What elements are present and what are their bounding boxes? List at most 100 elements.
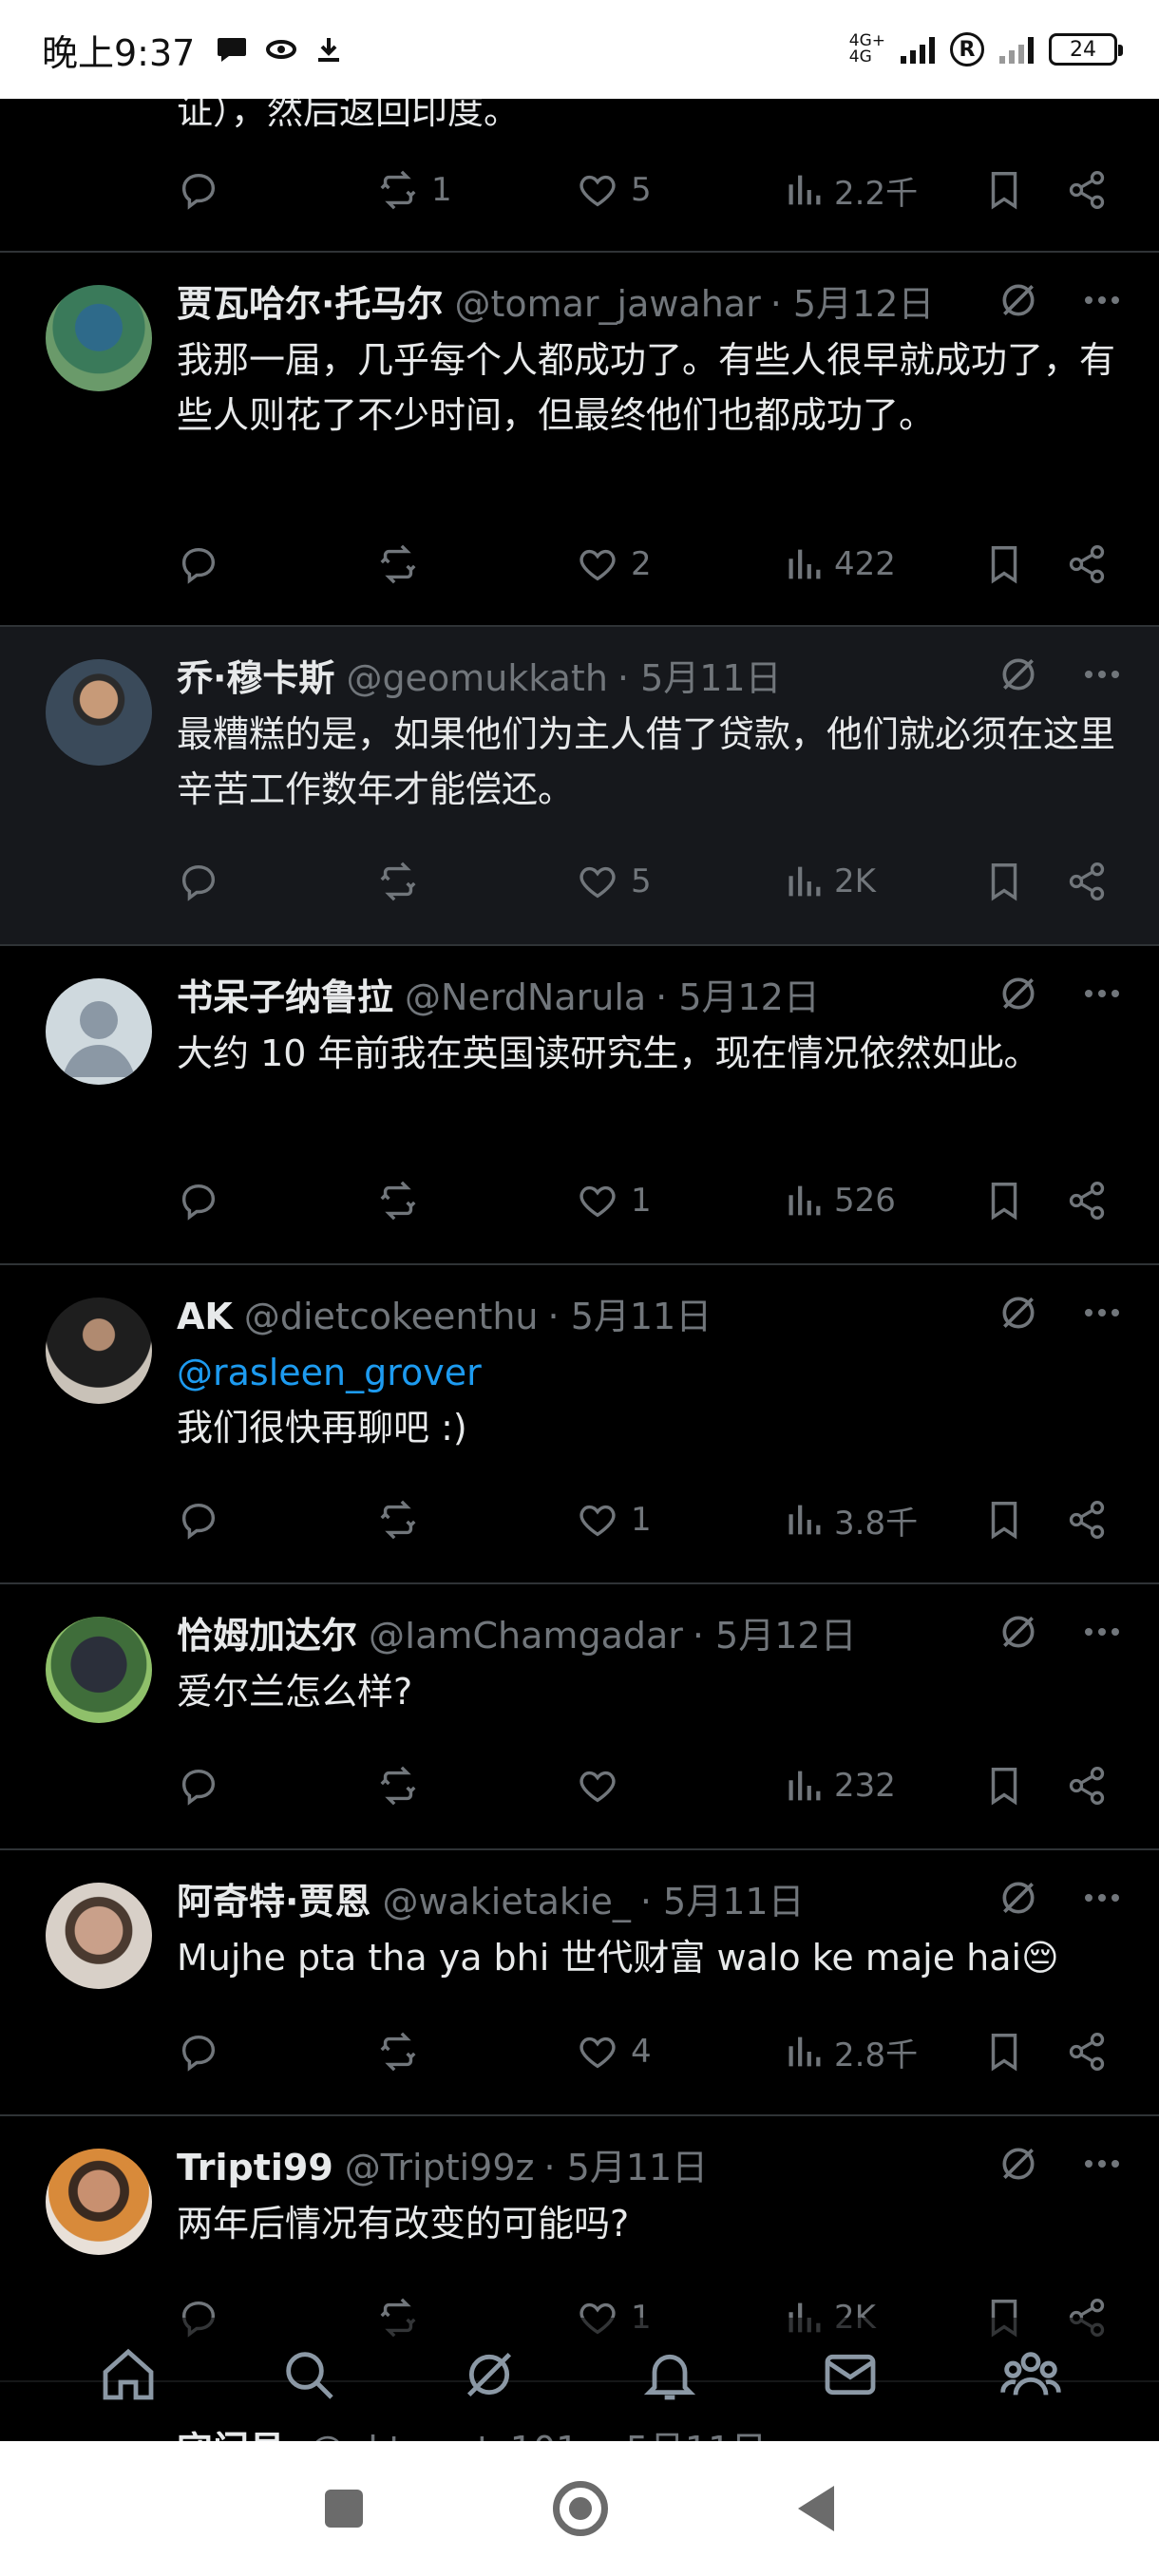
bookmark-button[interactable]: [984, 1498, 1024, 1542]
retweet-button[interactable]: [376, 1498, 420, 1542]
share-button[interactable]: [1066, 860, 1108, 903]
user-name[interactable]: Tripti99: [177, 2143, 333, 2192]
bookmark-button[interactable]: [984, 860, 1024, 903]
tweet[interactable]: 书呆子纳鲁拉 @NerdNarula · 5月12日 大约 10 年前我在英国读…: [0, 946, 1159, 1265]
grok-icon[interactable]: [998, 653, 1039, 695]
communities-icon[interactable]: [1000, 2344, 1061, 2405]
share-button[interactable]: [1066, 1498, 1108, 1542]
views-button[interactable]: 2K: [785, 860, 876, 903]
user-handle[interactable]: @dietcokeenthu: [244, 1292, 539, 1341]
views-button[interactable]: 2.8千: [785, 2029, 918, 2075]
grok-icon[interactable]: [998, 1292, 1039, 1334]
user-name[interactable]: 阿奇特·贾恩: [177, 1877, 370, 1926]
home-button[interactable]: [553, 2481, 608, 2536]
avatar[interactable]: [46, 2149, 152, 2255]
more-options-icon[interactable]: [1083, 2158, 1121, 2169]
grok-icon[interactable]: [459, 2344, 520, 2405]
like-button[interactable]: 1: [576, 1498, 652, 1542]
share-button[interactable]: [1066, 1179, 1108, 1222]
search-icon[interactable]: [278, 2344, 339, 2405]
mention-link[interactable]: @rasleen_grover: [177, 1345, 1121, 1400]
bookmark-button[interactable]: [984, 2030, 1024, 2074]
grok-icon[interactable]: [998, 2143, 1039, 2185]
grok-icon[interactable]: [998, 973, 1039, 1014]
user-name[interactable]: AK: [177, 1292, 233, 1341]
tweet-date[interactable]: · 5月12日: [693, 1611, 857, 1660]
retweet-button[interactable]: [376, 860, 420, 903]
notifications-icon[interactable]: [639, 2344, 700, 2405]
avatar[interactable]: [46, 1883, 152, 1989]
bookmark-button[interactable]: [984, 1179, 1024, 1222]
like-button[interactable]: 4: [576, 2030, 652, 2074]
avatar-default[interactable]: [46, 978, 152, 1085]
avatar[interactable]: [46, 1297, 152, 1404]
grok-icon[interactable]: [998, 279, 1039, 321]
user-handle[interactable]: @wakietakie_: [382, 1877, 630, 1926]
retweet-button[interactable]: [376, 2030, 420, 2074]
views-button[interactable]: 232: [785, 1764, 896, 1808]
like-button[interactable]: [576, 1764, 619, 1808]
more-options-icon[interactable]: [1083, 1892, 1121, 1904]
grok-icon[interactable]: [998, 1611, 1039, 1653]
views-button[interactable]: 2.2千: [785, 167, 918, 214]
user-handle[interactable]: @NerdNarula: [405, 973, 646, 1022]
user-name[interactable]: 乔·穆卡斯: [177, 653, 334, 703]
tweet-date[interactable]: · 5月11日: [543, 2143, 708, 2192]
user-name[interactable]: 恰姆加达尔: [177, 1611, 357, 1660]
grok-icon[interactable]: [998, 1877, 1039, 1919]
views-button[interactable]: 422: [785, 542, 896, 586]
more-options-icon[interactable]: [1083, 988, 1121, 999]
share-button[interactable]: [1066, 542, 1108, 586]
like-button[interactable]: 5: [576, 860, 652, 903]
more-options-icon[interactable]: [1083, 1626, 1121, 1638]
home-icon[interactable]: [98, 2344, 159, 2405]
retweet-button[interactable]: [376, 1764, 420, 1808]
reply-button[interactable]: [177, 1764, 220, 1808]
share-button[interactable]: [1066, 2030, 1108, 2074]
user-handle[interactable]: @IamChamgadar: [369, 1611, 683, 1660]
tweet[interactable]: 恰姆加达尔 @IamChamgadar · 5月12日 爱尔兰怎么样? 232: [0, 1584, 1159, 1850]
tweet-date[interactable]: · 5月12日: [656, 973, 820, 1022]
tweet-date[interactable]: · 5月11日: [640, 1877, 805, 1926]
bookmark-button[interactable]: [984, 168, 1024, 212]
tweet[interactable]: 贾瓦哈尔·托马尔 @tomar_jawahar · 5月12日 我那一届，几乎每…: [0, 253, 1159, 627]
reply-button[interactable]: [177, 542, 220, 586]
bookmark-button[interactable]: [984, 542, 1024, 586]
bookmark-button[interactable]: [984, 1764, 1024, 1808]
tweet-partial-top[interactable]: 证），然后返回印度。 1 5 2.2千: [0, 90, 1159, 253]
messages-icon[interactable]: [820, 2344, 881, 2405]
tweet-date[interactable]: · 5月11日: [618, 653, 782, 703]
retweet-button[interactable]: [376, 542, 420, 586]
recent-apps-button[interactable]: [325, 2490, 363, 2528]
avatar[interactable]: [46, 1617, 152, 1723]
retweet-button[interactable]: 1: [376, 168, 452, 212]
user-name[interactable]: 书呆子纳鲁拉: [177, 973, 393, 1022]
reply-button[interactable]: [177, 1498, 220, 1542]
like-button[interactable]: 5: [576, 168, 652, 212]
tweet[interactable]: AK @dietcokeenthu · 5月11日 @rasleen_grove…: [0, 1265, 1159, 1584]
more-options-icon[interactable]: [1083, 294, 1121, 306]
reply-button[interactable]: [177, 860, 220, 903]
reply-button[interactable]: [177, 2030, 220, 2074]
like-button[interactable]: 1: [576, 1179, 652, 1222]
more-options-icon[interactable]: [1083, 669, 1121, 680]
back-button[interactable]: [798, 2486, 834, 2531]
views-button[interactable]: 526: [785, 1179, 896, 1222]
user-handle[interactable]: @Tripti99z: [345, 2143, 535, 2192]
like-button[interactable]: 2: [576, 542, 652, 586]
user-handle[interactable]: @geomukkath: [346, 653, 607, 703]
user-name[interactable]: 贾瓦哈尔·托马尔: [177, 279, 443, 329]
avatar[interactable]: [46, 285, 152, 391]
user-handle[interactable]: @tomar_jawahar: [454, 279, 760, 329]
tweet-date[interactable]: · 5月11日: [548, 1292, 712, 1341]
share-button[interactable]: [1066, 168, 1108, 212]
more-options-icon[interactable]: [1083, 1307, 1121, 1318]
views-button[interactable]: 3.8千: [785, 1497, 918, 1544]
tweet[interactable]: 阿奇特·贾恩 @wakietakie_ · 5月11日 Mujhe pta th…: [0, 1850, 1159, 2116]
share-button[interactable]: [1066, 1764, 1108, 1808]
reply-button[interactable]: [177, 168, 220, 212]
reply-button[interactable]: [177, 1179, 220, 1222]
avatar[interactable]: [46, 659, 152, 766]
retweet-button[interactable]: [376, 1179, 420, 1222]
tweet[interactable]: 乔·穆卡斯 @geomukkath · 5月11日 最糟糕的是，如果他们为主人借…: [0, 627, 1159, 946]
